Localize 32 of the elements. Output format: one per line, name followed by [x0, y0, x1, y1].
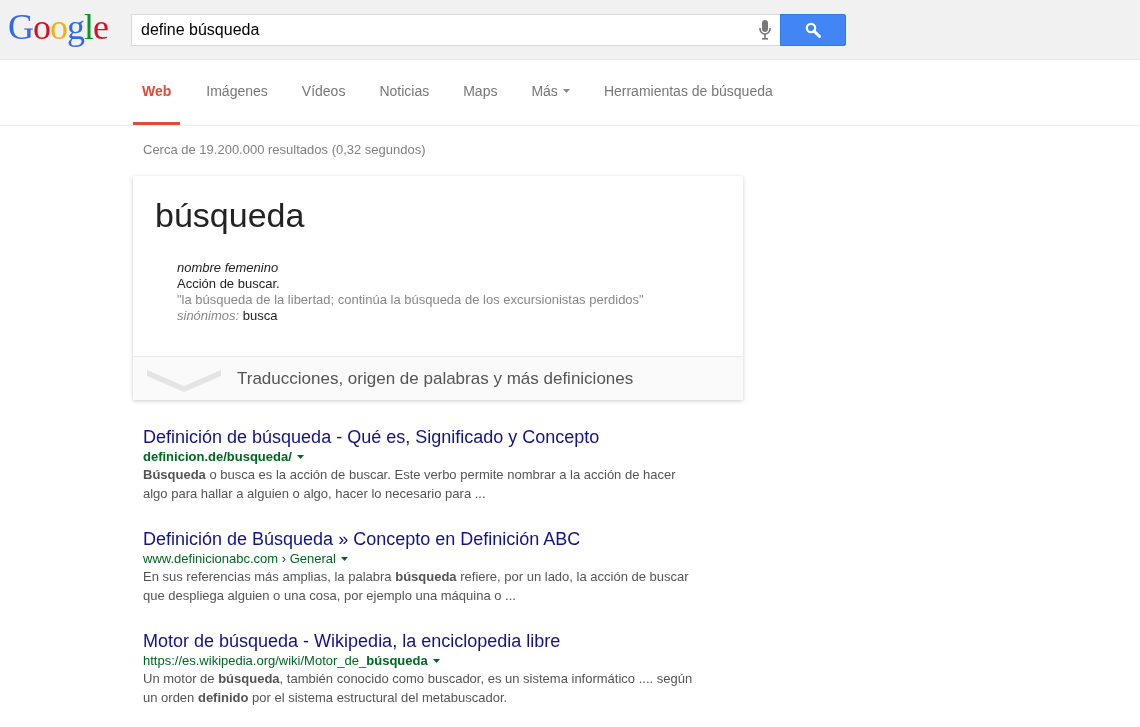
result-snippet: En sus referencias más amplias, la palabra búsqueda refiere, por un lado, la acción de buscar que despliega alguien o una cosa, por ejemplo una máquina o ...: [143, 568, 690, 605]
synonyms-label: sinónimos:: [177, 308, 240, 323]
search-icon: [805, 21, 821, 38]
search-field[interactable]: define búsqueda: [131, 13, 780, 46]
result-url: https://es.wikipedia.org/wiki/Motor_de_búsqueda: [143, 652, 428, 669]
microphone-icon[interactable]: [759, 19, 771, 40]
result-url: www.definicionabc.com › General: [143, 550, 336, 567]
example-text: "la búsqueda de la libertad; continúa la búsqueda de los excursionistas perdidos": [177, 292, 645, 308]
tab[interactable]: Herramientas de búsqueda: [586, 60, 790, 125]
search-button[interactable]: [780, 13, 846, 46]
result-url: definicion.de/busqueda/: [143, 448, 292, 465]
result-title-link[interactable]: Motor de búsqueda - Wikipedia, la enciclopedia libre: [143, 630, 713, 652]
tab[interactable]: Noticias: [362, 60, 447, 125]
caret-icon[interactable]: [340, 556, 348, 561]
result-title-link[interactable]: Definición de Búsqueda » Concepto en Definición ABC: [143, 528, 713, 550]
result-snippet: Un motor de búsqueda, también conocido como buscador, es un sistema informático .... según un orden definido por el sistema estructural del metabuscador.: [143, 670, 694, 707]
result-title-link[interactable]: Definición de búsqueda - Qué es, Significado y Concepto: [143, 426, 713, 448]
tab[interactable]: Más: [514, 60, 587, 125]
tab[interactable]: Web: [133, 60, 181, 125]
headword: búsqueda: [154, 195, 306, 236]
result-snippet: Búsqueda o busca es la acción de buscar. Este verbo permite nombrar a la acción de hacer algo para hallar a alguien o algo, hacer lo necesario para ...: [143, 466, 677, 503]
tab[interactable]: Vídeos: [284, 60, 363, 125]
caret-icon: [562, 89, 570, 93]
tab[interactable]: Imágenes: [189, 60, 285, 125]
caret-icon[interactable]: [432, 658, 440, 663]
definition-text: Acción de buscar.: [177, 276, 281, 292]
tab[interactable]: Maps: [446, 60, 515, 125]
part-of-speech: nombre femenino: [177, 260, 280, 276]
result-stats: Cerca de 19.200.000 resultados (0,32 segundos): [142, 141, 427, 159]
logo[interactable]: Google: [8, 8, 131, 45]
caret-icon[interactable]: [296, 454, 304, 459]
synonym-link[interactable]: busca: [242, 308, 278, 323]
